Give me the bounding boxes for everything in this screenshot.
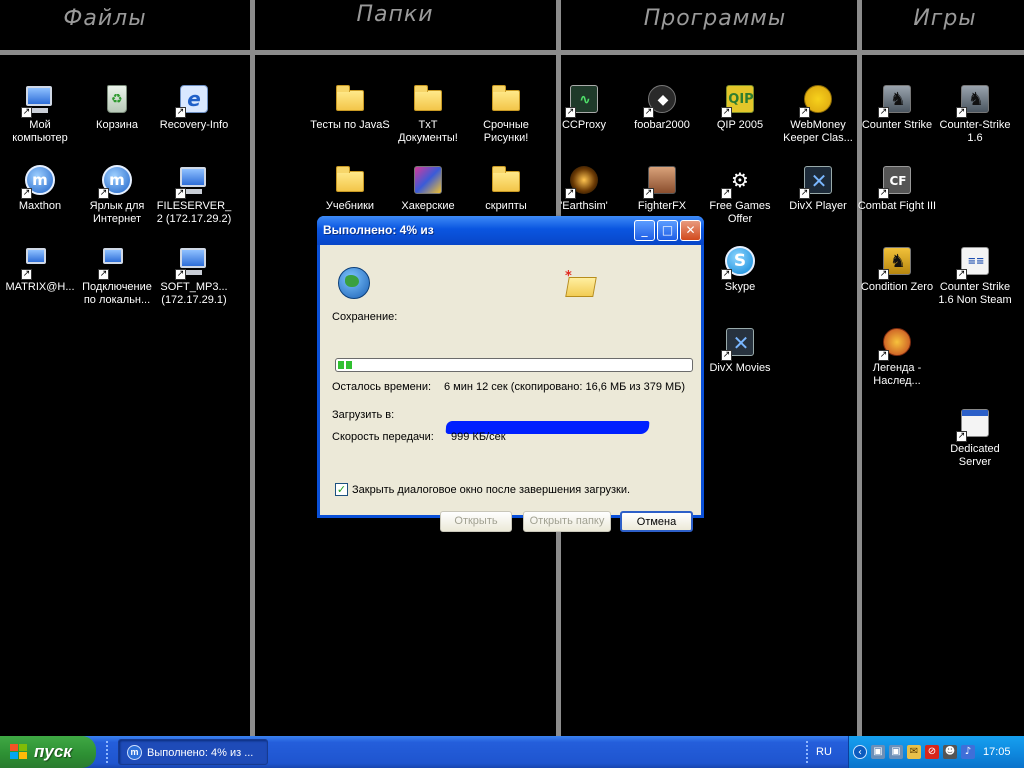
- my-computer-icon[interactable]: ↗ Мой компьютер: [0, 82, 80, 145]
- speaker-icon[interactable]: ♪: [961, 745, 975, 759]
- wallpaper-divider-horizontal: [0, 50, 1024, 55]
- download-to-label: Загрузить в:: [332, 409, 395, 421]
- hacker-archive-icon[interactable]: Хакерские: [388, 163, 468, 213]
- minimize-button[interactable]: _: [634, 220, 655, 241]
- steam-icon[interactable]: ⚙ ↗ Free Games Offer: [700, 163, 780, 226]
- taskbar-grip[interactable]: [106, 741, 110, 763]
- soft-mp3-icon[interactable]: ↗ SOFT_MP3... (172.17.29.1): [154, 244, 234, 307]
- start-button[interactable]: пуск: [0, 736, 96, 768]
- folder-textbooks-icon[interactable]: Учебники: [310, 163, 390, 213]
- section-title-files: Файлы: [63, 6, 147, 31]
- recycle-bin-icon[interactable]: Корзина: [77, 82, 157, 132]
- folder-txt-docs-icon[interactable]: TxT Документы!: [388, 82, 468, 145]
- globe-icon: [338, 267, 370, 299]
- fighterfx-icon[interactable]: ↗ FighterFX: [622, 163, 702, 213]
- windows-logo-icon: [10, 744, 28, 760]
- wallpaper-divider-1: [250, 0, 255, 736]
- desktop: Файлы Папки Программы Игры ↗ Мой компьют…: [0, 0, 1024, 736]
- dialog-titlebar[interactable]: Выполнено: 4% из _ □ ✕: [317, 216, 704, 245]
- local-connection-icon[interactable]: ↗ Подключение по локальн...: [77, 244, 157, 307]
- counter-strike-icon[interactable]: ♞ ↗ Counter Strike: [857, 82, 937, 132]
- section-title-games: Игры: [913, 6, 977, 31]
- download-progress-dialog: Выполнено: 4% из _ □ ✕ * Сохранение: Ост…: [317, 216, 704, 532]
- matrix-network-icon[interactable]: ↗ MATRIX@H...: [0, 244, 80, 294]
- taskbar: пуск m Выполнено: 4% из ... RU ‹ ▣ ▣ ✉ ⊘…: [0, 736, 1024, 768]
- start-label: пуск: [34, 742, 72, 761]
- internet-shortcut-icon[interactable]: m ↗ Ярлык для Интернет: [77, 163, 157, 226]
- download-progress-bar: [335, 358, 693, 372]
- qip-icon[interactable]: QIP ↗ QIP 2005: [700, 82, 780, 132]
- combat-flight-icon[interactable]: CF ↗ Combat Fight III: [857, 163, 937, 213]
- ccproxy-icon[interactable]: ∿ ↗ CCProxy: [544, 82, 624, 132]
- close-on-complete-label[interactable]: Закрыть диалоговое окно после завершения…: [352, 484, 630, 496]
- destination-folder-icon: *: [565, 269, 597, 299]
- counter-strike-16-icon[interactable]: ♞ ↗ Counter-Strike 1.6: [935, 82, 1015, 145]
- earthsim-icon[interactable]: ↗ 'Earthsim': [544, 163, 624, 213]
- saving-label: Сохранение:: [332, 311, 398, 323]
- section-title-folders: Папки: [356, 2, 434, 27]
- progress-fill: [338, 361, 353, 369]
- condition-zero-icon[interactable]: ♞ ↗ Condition Zero: [857, 244, 937, 294]
- folder-tests-java-icon[interactable]: Тесты по JavaS: [310, 82, 390, 132]
- dialog-title: Выполнено: 4% из: [323, 223, 434, 237]
- taskbar-button-label: Выполнено: 4% из ...: [147, 747, 254, 759]
- divx-player-icon[interactable]: ✕ ↗ DivX Player: [778, 163, 858, 213]
- time-left-value: 6 мин 12 сек (скопировано: 16,6 МБ из 37…: [444, 381, 686, 393]
- cancel-button[interactable]: Отмена: [620, 511, 693, 532]
- webmoney-icon[interactable]: ↗ WebMoney Keeper Clas...: [778, 82, 858, 145]
- maximize-button[interactable]: □: [657, 220, 678, 241]
- skype-icon[interactable]: S ↗ Skype: [700, 244, 780, 294]
- network-icon-2[interactable]: ▣: [889, 745, 903, 759]
- open-folder-button[interactable]: Открыть папку: [523, 511, 611, 532]
- legend-game-icon[interactable]: ↗ Легенда - Наслед...: [857, 325, 937, 388]
- folder-scripts-icon[interactable]: скрипты: [466, 163, 546, 213]
- language-indicator[interactable]: RU: [816, 746, 832, 758]
- foobar2000-icon[interactable]: ◆ ↗ foobar2000: [622, 82, 702, 132]
- speed-value: 999 КБ/сек: [451, 431, 506, 443]
- maxthon-icon: m: [127, 745, 142, 760]
- section-title-programs: Программы: [643, 6, 787, 31]
- clock[interactable]: 17:05: [983, 746, 1011, 758]
- speed-label: Скорость передачи:: [332, 431, 434, 443]
- antivirus-icon[interactable]: ⊘: [925, 745, 939, 759]
- taskbar-button-download[interactable]: m Выполнено: 4% из ...: [118, 739, 268, 765]
- qip-tray-icon[interactable]: ☻: [943, 745, 957, 759]
- show-hidden-icons-chevron-icon[interactable]: ‹: [853, 745, 867, 759]
- close-on-complete-checkbox[interactable]: ✓: [335, 483, 348, 496]
- close-button[interactable]: ✕: [680, 220, 701, 241]
- time-left-label: Осталось времени:: [332, 381, 432, 393]
- mail-icon[interactable]: ✉: [907, 745, 921, 759]
- folder-urgent-pics-icon[interactable]: Срочные Рисунки!: [466, 82, 546, 145]
- fileserver-icon[interactable]: ↗ FILESERVER_2 (172.17.29.2): [154, 163, 234, 226]
- network-icon[interactable]: ▣: [871, 745, 885, 759]
- maxthon-icon[interactable]: m ↗ Maxthon: [0, 163, 80, 213]
- divx-movies-icon[interactable]: ✕ ↗ DivX Movies: [700, 325, 780, 375]
- open-button[interactable]: Открыть: [440, 511, 512, 532]
- tray-grip[interactable]: [806, 741, 810, 763]
- system-tray: ‹ ▣ ▣ ✉ ⊘ ☻ ♪ 17:05: [848, 736, 1024, 768]
- recovery-info-icon[interactable]: e ↗ Recovery-Info: [154, 82, 234, 132]
- cs-non-steam-icon[interactable]: ≡≡ ↗ Counter Strike 1.6 Non Steam: [935, 244, 1015, 307]
- dedicated-server-icon[interactable]: ↗ Dedicated Server: [935, 406, 1015, 469]
